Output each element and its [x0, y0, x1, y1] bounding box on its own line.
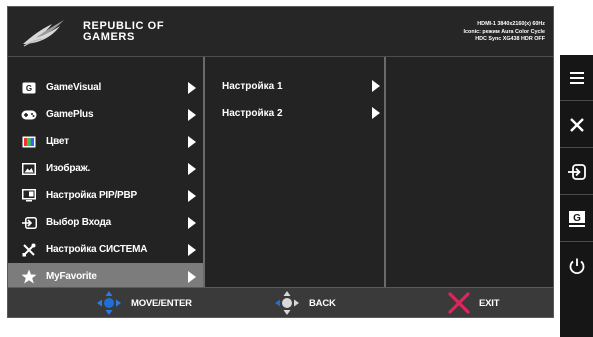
menu-item-color[interactable]: Цвет [8, 128, 203, 155]
joystick-back-icon [275, 291, 299, 315]
submenu-item-setting-1[interactable]: Настройка 1 [222, 76, 382, 96]
close-x-icon [448, 292, 470, 314]
power-button[interactable] [560, 243, 593, 289]
submenu-column: Настройка 1 Настройка 2 [205, 57, 386, 288]
chevron-right-icon [372, 80, 380, 92]
menu-item-label: Цвет [46, 136, 69, 147]
joystick-icon [97, 291, 121, 315]
menu-item-input-select[interactable]: Выбор Входа [8, 209, 203, 236]
osd-footer: MOVE/ENTER BACK EXIT [8, 287, 553, 317]
menu-item-label: GamePlus [46, 109, 94, 120]
chevron-right-icon [188, 136, 196, 148]
menu-item-system-setup[interactable]: Настройка СИСТЕМА [8, 236, 203, 263]
menu-item-label: Выбор Входа [46, 217, 112, 228]
wrench-screwdriver-icon [19, 242, 39, 258]
menu-item-image[interactable]: Изображ. [8, 155, 203, 182]
close-button[interactable] [560, 102, 593, 148]
back-hint: BACK [274, 288, 336, 318]
exit-hint: EXIT [448, 288, 500, 318]
chevron-right-icon [188, 82, 196, 94]
chevron-right-icon [188, 190, 196, 202]
chevron-right-icon [188, 217, 196, 229]
status-line-3: HDC Sync XG438 HDR OFF [475, 36, 545, 42]
gamevisual-button[interactable]: G [560, 196, 593, 242]
signal-status: HDMI-1 3840x2160(x) 60Hz Iconic: режим A… [464, 21, 545, 44]
menu-item-label: Настройка PIP/PBP [46, 190, 138, 201]
status-line-1: HDMI-1 3840x2160(x) 60Hz [477, 21, 545, 27]
submenu-item-label: Настройка 1 [222, 80, 283, 92]
menu-item-gamevisual[interactable]: G GameVisual [8, 74, 203, 101]
menu-icon [569, 71, 584, 84]
svg-text:G: G [26, 84, 32, 93]
input-select-icon [19, 215, 39, 231]
gamepad-icon [19, 107, 39, 123]
power-icon [569, 258, 584, 275]
menu-item-label: GameVisual [46, 82, 102, 93]
submenu-item-setting-2[interactable]: Настройка 2 [222, 103, 382, 123]
svg-text:G: G [573, 213, 581, 224]
close-icon [569, 117, 584, 132]
input-button[interactable] [560, 149, 593, 195]
menu-button[interactable] [560, 55, 593, 101]
status-line-2: Iconic: режим Aura Color Cycle [463, 28, 545, 35]
pip-pbp-icon [19, 188, 39, 204]
gamevisual-icon: G [568, 210, 585, 227]
menu-item-pip-pbp[interactable]: Настройка PIP/PBP [8, 182, 203, 209]
chevron-right-icon [188, 109, 196, 121]
osd-menu-columns: G GameVisual GamePlus Цвет Изображ. Наст… [8, 56, 553, 290]
chevron-right-icon [188, 271, 196, 283]
exit-label: EXIT [479, 297, 500, 309]
move-enter-hint: MOVE/ENTER [96, 288, 192, 318]
back-label: BACK [309, 297, 336, 309]
menu-item-label: Настройка СИСТЕМА [46, 244, 148, 255]
detail-column [388, 57, 553, 288]
chevron-right-icon [188, 163, 196, 175]
chevron-right-icon [188, 244, 196, 256]
menu-item-myfavorite[interactable]: MyFavorite [8, 263, 203, 290]
osd-menu-window: REPUBLIC OF GAMERS HDMI-1 3840x2160(x) 6… [7, 6, 554, 318]
main-menu-column: G GameVisual GamePlus Цвет Изображ. Наст… [8, 57, 205, 290]
chevron-right-icon [372, 107, 380, 119]
move-enter-label: MOVE/ENTER [131, 297, 192, 309]
rog-logo-icon [23, 20, 64, 47]
menu-item-label: MyFavorite [46, 271, 97, 282]
menu-item-gameplus[interactable]: GamePlus [8, 101, 203, 128]
image-icon [19, 161, 39, 177]
input-icon [567, 163, 586, 180]
hardware-button-panel: G [560, 55, 593, 337]
submenu-item-label: Настройка 2 [222, 107, 283, 119]
menu-item-label: Изображ. [46, 163, 91, 174]
gamevisual-icon: G [19, 80, 39, 96]
star-icon [19, 269, 39, 285]
osd-header: REPUBLIC OF GAMERS HDMI-1 3840x2160(x) 6… [8, 7, 553, 56]
color-palette-icon [19, 134, 39, 150]
brand-line-2: GAMERS [83, 31, 135, 43]
brand-title: REPUBLIC OF GAMERS [83, 21, 164, 43]
